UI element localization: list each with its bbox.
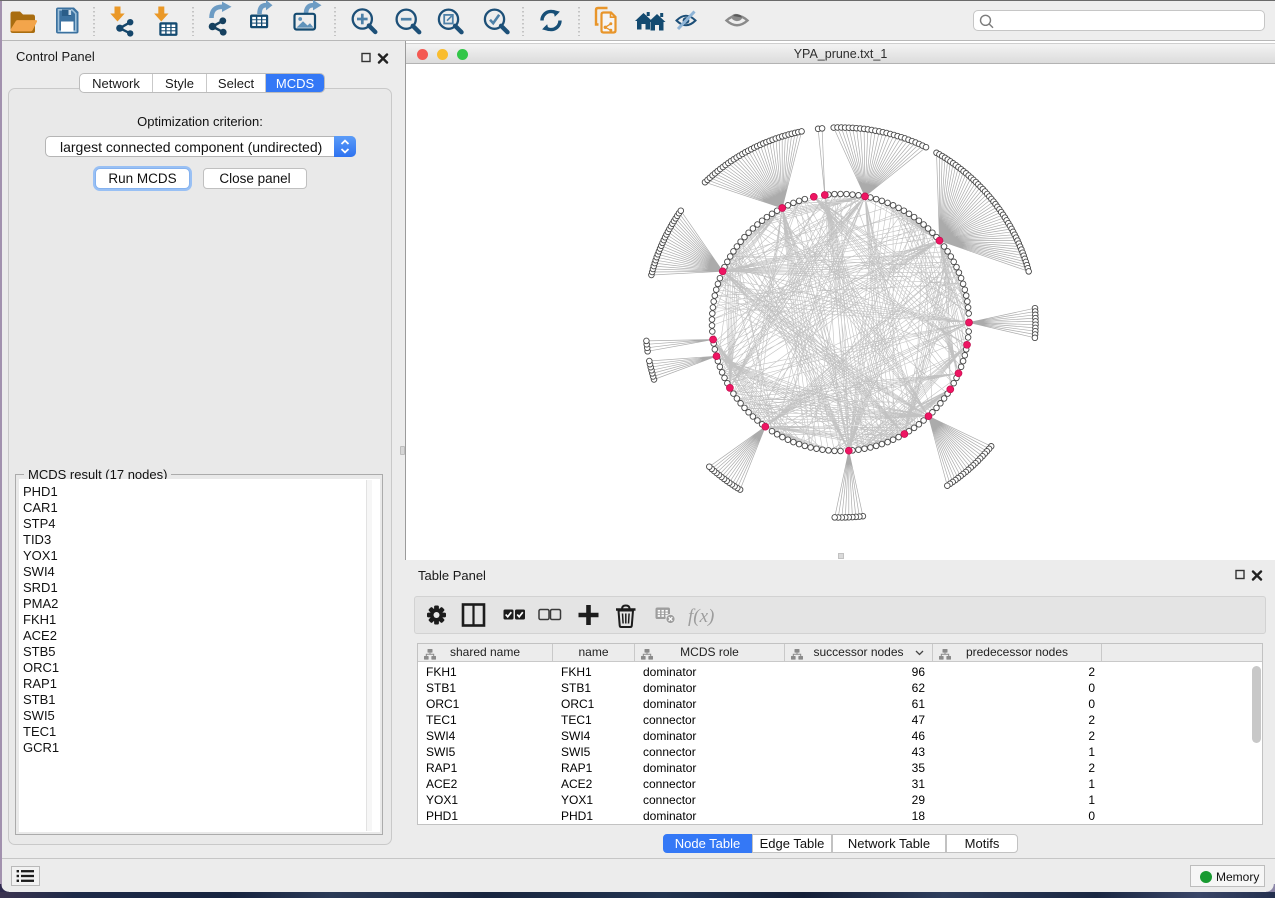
svg-text:f(x): f(x) [688, 606, 714, 627]
